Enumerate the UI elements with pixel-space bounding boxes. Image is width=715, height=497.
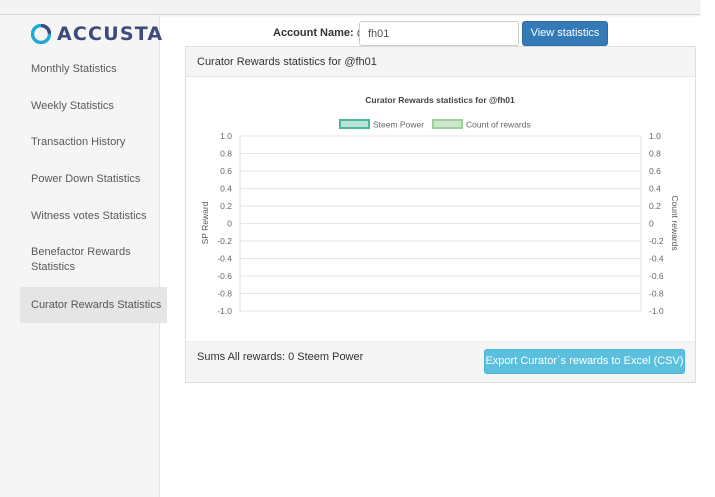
y-tick-label-left: 0.2	[220, 201, 232, 211]
brand-logo[interactable]: ACCUSTA	[31, 23, 163, 45]
browser-top-bar	[0, 0, 700, 15]
chart-title: Curator Rewards statistics for @fh01	[365, 95, 515, 105]
sidebar: ACCUSTA Monthly Statistics Weekly Statis…	[0, 15, 167, 497]
y-tick-label-left: -0.6	[217, 271, 232, 281]
account-name-input[interactable]	[359, 21, 519, 46]
sidebar-item-label: Curator Rewards Statistics	[31, 298, 162, 311]
y-tick-label-right: -1.0	[649, 306, 664, 316]
sidebar-item-label: Transaction History	[31, 136, 126, 148]
sidebar-item-weekly-statistics[interactable]: Weekly Statistics	[20, 99, 167, 114]
legend-swatch-steem-power[interactable]	[339, 119, 370, 129]
y-axis-ticks-left: 1.0 0.8 0.6 0.4 0.2 0 -0.2 -0.4 -0.6 -0.8 -1.0	[217, 131, 232, 316]
legend-swatch-count-of-rewards[interactable]	[432, 119, 463, 129]
y-tick-label-left: -0.8	[217, 289, 232, 299]
panel-footer: Sums All rewards: 0 Steem Power Export C…	[186, 341, 695, 382]
curator-rewards-chart: Curator Rewards statistics for @fh01 Ste…	[200, 95, 680, 316]
y-tick-label-left: 0	[227, 219, 232, 229]
sidebar-item-witness-votes-statistics[interactable]: Witness votes Statistics	[20, 209, 167, 224]
sidebar-item-monthly-statistics[interactable]: Monthly Statistics	[20, 62, 167, 77]
y-tick-label-right: 0	[649, 219, 654, 229]
brand-name: ACCUSTA	[57, 23, 164, 45]
account-name-label: Account Name: @	[273, 27, 368, 39]
sidebar-item-label: Weekly Statistics	[31, 100, 114, 112]
panel-heading: Curator Rewards statistics for @fh01	[186, 47, 695, 77]
y-tick-label-right: -0.4	[649, 254, 664, 264]
sidebar-item-benefactor-rewards-statistics[interactable]: Benefactor Rewards Statistics	[20, 245, 150, 275]
chart-grid	[239, 135, 642, 312]
y-tick-label-right: 0.4	[649, 184, 661, 194]
y-tick-label-right: -0.6	[649, 271, 664, 281]
y-tick-label-left: -0.2	[217, 236, 232, 246]
y-tick-label-right: -0.2	[649, 236, 664, 246]
y-axis-ticks-right: 1.0 0.8 0.6 0.4 0.2 0 -0.2 -0.4 -0.6 -0.8 -1.0	[649, 131, 664, 316]
y-axis-label-right: Count rewards	[670, 195, 680, 250]
sidebar-item-transaction-history[interactable]: Transaction History	[20, 135, 167, 150]
y-tick-label-right: -0.8	[649, 289, 664, 299]
y-tick-label-right: 1.0	[649, 131, 661, 141]
y-tick-label-right: 0.2	[649, 201, 661, 211]
y-tick-label-left: 0.6	[220, 166, 232, 176]
sidebar-item-label: Monthly Statistics	[31, 63, 117, 75]
sidebar-item-label: Witness votes Statistics	[31, 210, 147, 222]
accusta-logo-icon	[31, 24, 51, 44]
sums-all-rewards: Sums All rewards: 0 Steem Power	[197, 351, 364, 363]
y-tick-label-left: -0.4	[217, 254, 232, 264]
y-tick-label-left: -1.0	[217, 306, 232, 316]
y-axis-label-left: SP Reward	[200, 201, 210, 244]
view-statistics-button[interactable]: View statistics	[522, 21, 608, 46]
sidebar-item-label: Benefactor Rewards Statistics	[31, 246, 131, 273]
y-tick-label-right: 0.8	[649, 149, 661, 159]
y-tick-label-left: 0.4	[220, 184, 232, 194]
sidebar-item-curator-rewards-statistics[interactable]: Curator Rewards Statistics	[20, 287, 167, 323]
y-tick-label-left: 0.8	[220, 149, 232, 159]
legend-label-steem-power[interactable]: Steem Power	[373, 120, 424, 130]
y-tick-label-right: 0.6	[649, 166, 661, 176]
y-tick-label-left: 1.0	[220, 131, 232, 141]
chart-legend: Steem Power Count of rewards	[339, 119, 531, 130]
legend-label-count-of-rewards[interactable]: Count of rewards	[466, 120, 531, 130]
export-csv-button[interactable]: Export Curator`s rewards to Excel (CSV)	[484, 349, 685, 374]
sidebar-item-power-down-statistics[interactable]: Power Down Statistics	[20, 172, 167, 187]
sidebar-item-label: Power Down Statistics	[31, 173, 141, 185]
